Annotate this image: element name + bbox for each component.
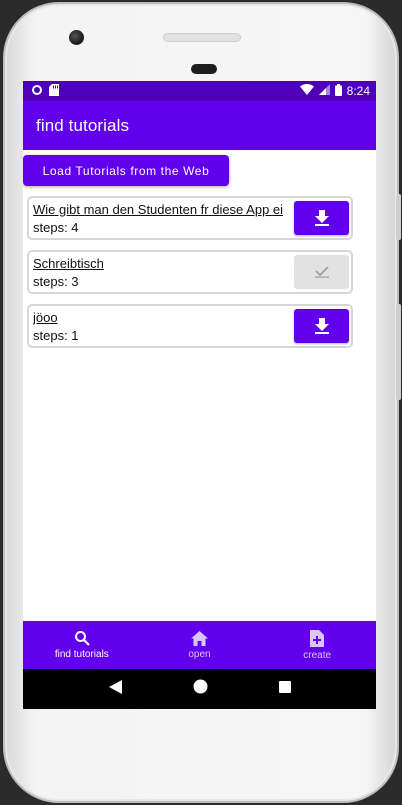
circle-notification-icon	[31, 84, 43, 99]
recents-button[interactable]	[278, 680, 291, 698]
nav-label: find tutorials	[54, 649, 109, 660]
sd-card-icon	[49, 83, 59, 99]
nav-find-tutorials[interactable]: find tutorials	[23, 621, 141, 669]
search-icon	[74, 631, 90, 646]
nav-create[interactable]: create	[258, 621, 376, 669]
status-bar: 8:24	[23, 81, 376, 101]
nav-open[interactable]: open	[141, 621, 259, 669]
screen: 8:24 find tutorials Load Tutorials from …	[23, 81, 376, 709]
load-tutorials-button[interactable]: Load Tutorials from the Web	[23, 155, 229, 186]
download-button[interactable]	[294, 309, 349, 343]
recents-square-icon	[278, 681, 291, 693]
back-button[interactable]	[108, 679, 122, 699]
home-button[interactable]	[193, 679, 208, 699]
tutorial-title[interactable]: jöoo	[33, 310, 299, 325]
app-bar: find tutorials	[23, 101, 376, 150]
home-icon	[191, 630, 208, 646]
downloaded-button[interactable]	[294, 255, 349, 289]
tutorial-list: Wie gibt man den Studenten fr diese App …	[27, 196, 353, 358]
tutorial-title[interactable]: Schreibtisch	[33, 256, 299, 271]
volume-button	[396, 304, 401, 400]
tutorial-steps: steps: 4	[33, 220, 79, 235]
download-icon	[314, 318, 329, 334]
system-navigation-bar	[23, 669, 376, 709]
tutorial-title[interactable]: Wie gibt man den Studenten fr diese App …	[33, 202, 299, 217]
tutorial-steps: steps: 3	[33, 274, 79, 289]
page-title: find tutorials	[36, 115, 130, 135]
wifi-icon	[299, 84, 314, 98]
nav-label: create	[303, 649, 332, 661]
earpiece	[191, 64, 217, 74]
download-button[interactable]	[294, 201, 349, 235]
tutorial-card[interactable]: Schreibtisch steps: 3	[27, 250, 353, 294]
back-triangle-icon	[108, 679, 122, 694]
tutorial-card[interactable]: jöoo steps: 1	[27, 304, 353, 348]
tutorial-steps: steps: 1	[33, 328, 79, 343]
front-camera	[69, 30, 84, 45]
nav-label: open	[188, 648, 211, 660]
clock: 8:24	[346, 84, 370, 98]
note-add-icon	[310, 629, 325, 647]
top-speaker-grill	[163, 33, 241, 42]
check-icon	[314, 266, 329, 278]
cell-signal-icon	[318, 84, 330, 98]
battery-icon	[334, 83, 342, 99]
tutorial-card[interactable]: Wie gibt man den Studenten fr diese App …	[27, 196, 353, 240]
power-button	[396, 194, 401, 240]
bottom-navigation: find tutorials open create	[23, 621, 376, 669]
home-circle-icon	[193, 679, 207, 694]
download-icon	[314, 210, 329, 226]
